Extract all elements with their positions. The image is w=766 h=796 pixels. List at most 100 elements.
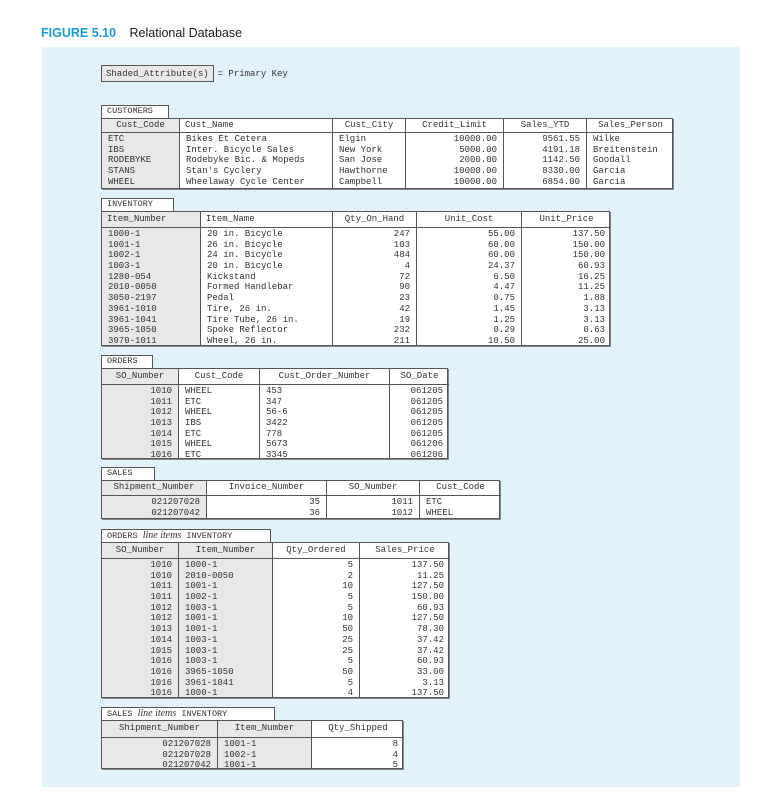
figure-title: FIGURE 5.10 Relational Database bbox=[41, 26, 242, 40]
table-cell: 37.42 bbox=[416, 634, 444, 645]
table-cell: Goodall bbox=[593, 155, 631, 166]
table-cell: 1003-1 bbox=[185, 656, 218, 667]
table-cell: 5673 bbox=[266, 439, 288, 450]
table-cell: 127.50 bbox=[411, 613, 444, 624]
column-header: Cust_Code bbox=[179, 369, 259, 385]
caption-relationship: line items bbox=[137, 708, 177, 719]
column-header: Item_Name bbox=[201, 212, 332, 228]
column-cells: 021207028 021207042 bbox=[102, 497, 206, 518]
table-cell: 1012 bbox=[391, 507, 413, 518]
table-cell: 247 bbox=[393, 229, 410, 239]
column-item-number: Item_Number 1000-1 2010-0050 1001-1 1002-1 10… bbox=[178, 543, 272, 698]
column-cells: 9561.55 4191.18 1142.50 8330.00 6854.00 bbox=[504, 134, 586, 187]
table-cell: 021207042 bbox=[151, 507, 200, 518]
table-cell: 10000.00 bbox=[453, 176, 497, 187]
table-cell: 2010-0050 bbox=[185, 570, 234, 581]
table-cell: 1010 bbox=[150, 560, 172, 570]
column-header: Sales_Person bbox=[587, 119, 674, 133]
table-cell: 5 bbox=[347, 560, 353, 570]
table-cell: 1002-1 bbox=[185, 592, 218, 603]
column-header: Item_Number bbox=[102, 212, 200, 228]
table-cell: 1001-1 bbox=[224, 760, 257, 771]
column-item-name: Item_Name 20 in. Bicycle 26 in. Bicycle 24 … bbox=[200, 212, 332, 346]
table-cell: 021207028 bbox=[151, 497, 200, 507]
table-cell: 137.50 bbox=[411, 688, 444, 699]
column-header: Unit_Price bbox=[522, 212, 611, 228]
column-sales-person: Sales_Person Wilke Breitenstein Goodall Garc… bbox=[586, 119, 674, 188]
table-cell: 061205 bbox=[410, 418, 443, 429]
table-cell: 3965-1050 bbox=[108, 325, 157, 336]
column-sales-price: Sales_Price 137.50 11.25 127.50 150.00 60.93 1… bbox=[359, 543, 450, 699]
table-cell: 1011 bbox=[150, 396, 172, 407]
table-cell: 2 bbox=[347, 570, 353, 581]
table-cell: 061205 bbox=[410, 428, 443, 439]
table-cell: 50 bbox=[342, 624, 353, 635]
table-cell: 1012 bbox=[150, 407, 172, 418]
table-cell: 1011 bbox=[150, 592, 172, 603]
table-cell: 4 bbox=[347, 688, 353, 699]
column-header: Item_Number bbox=[218, 721, 311, 738]
table-cell: ETC bbox=[185, 396, 202, 407]
table-cell: 1001-1 bbox=[224, 739, 257, 749]
column-cells: 1010 1010 1011 1011 1012 1012 1013 1014 1015 1016… bbox=[102, 560, 178, 699]
table-caption-text: INVENTORY bbox=[107, 199, 153, 209]
table-cell: 021207042 bbox=[162, 760, 211, 771]
table-cell: 9561.55 bbox=[542, 134, 580, 144]
table-cell: 1013 bbox=[150, 418, 172, 429]
table-cell: 5 bbox=[347, 677, 353, 688]
table-cell: 4.47 bbox=[493, 282, 515, 293]
table-cell: 1001-1 bbox=[185, 624, 218, 635]
table-cell: IBS bbox=[185, 418, 202, 429]
primary-key-legend: Shaded_Attribute(s) = Primary Key bbox=[101, 65, 288, 82]
column-header: Shipment_Number bbox=[102, 481, 206, 496]
table-cell: 90 bbox=[399, 282, 410, 293]
table-cell: 4191.18 bbox=[542, 144, 580, 155]
table-cell: ETC bbox=[108, 134, 125, 144]
table-grid: Shipment_Number 021207028 021207042 Invoice… bbox=[101, 480, 501, 519]
table-cell: 061205 bbox=[410, 396, 443, 407]
table-cell: 1010 bbox=[150, 570, 172, 581]
table-cell: 1012 bbox=[150, 613, 172, 624]
caption-entity-right: INVENTORY bbox=[186, 531, 233, 541]
table-cell: 42 bbox=[399, 303, 410, 314]
figure-name: Relational Database bbox=[129, 26, 243, 40]
table-cell: Pedal bbox=[207, 293, 235, 304]
table-cell: 150.00 bbox=[411, 592, 444, 603]
table-cell: IBS bbox=[108, 144, 125, 155]
column-header: Item_Number bbox=[179, 543, 272, 559]
table-cell: 5000.00 bbox=[459, 144, 497, 155]
column-cells: 10000.00 5000.00 2000.00 10000.00 10000.00 bbox=[406, 134, 503, 187]
table-cell: 2000.00 bbox=[459, 155, 497, 166]
table-cell: Campbell bbox=[339, 176, 383, 187]
table-cell: 778 bbox=[266, 428, 283, 439]
table-cell: WHEEL bbox=[185, 386, 213, 396]
column-cust-code: Cust_Code ETC WHEEL bbox=[419, 481, 501, 518]
table-cell: 24.37 bbox=[487, 261, 515, 272]
table-cell: 1014 bbox=[150, 634, 172, 645]
column-header: SO_Number bbox=[327, 481, 419, 496]
column-cells: 1000-1 1001-1 1002-1 1003-1 1280-054 2010-005… bbox=[102, 229, 200, 347]
table-cell: 3965-1050 bbox=[185, 666, 234, 677]
table-cell: 1011 bbox=[391, 497, 413, 507]
column-credit-limit: Credit_Limit 10000.00 5000.00 2000.00 10000.… bbox=[405, 119, 503, 188]
table-grid: SO_Number 1010 1011 1012 1013 1014 1015 1016 Cus… bbox=[101, 368, 449, 460]
table-cell: 16.25 bbox=[577, 271, 605, 282]
column-so-number: SO_Number 1010 1011 1012 1013 1014 1015 1016 bbox=[102, 369, 178, 460]
table-cell: 1.25 bbox=[493, 314, 515, 325]
column-header: Cust_City bbox=[333, 119, 405, 133]
table-cell: 1010 bbox=[150, 386, 172, 396]
table-cell: 1003-1 bbox=[185, 634, 218, 645]
column-header: Qty_On_Hand bbox=[333, 212, 416, 228]
table-cell: 211 bbox=[393, 335, 410, 346]
column-so-number: SO_Number 1011 1012 bbox=[326, 481, 419, 518]
table-cell: 0.63 bbox=[583, 325, 605, 336]
table-cell: 5 bbox=[347, 602, 353, 613]
table-cell: Breitenstein bbox=[593, 144, 658, 155]
column-item-number: Item_Number 1001-1 1002-1 1001-1 bbox=[217, 721, 311, 771]
table-cell: 6854.00 bbox=[542, 176, 580, 187]
table-cell: 25 bbox=[342, 645, 353, 656]
column-cells: Wilke Breitenstein Goodall Garcia Garcia bbox=[587, 134, 674, 187]
table-cell: ETC bbox=[185, 428, 202, 439]
table-cell: ETC bbox=[426, 497, 443, 507]
table-cell: 1002-1 bbox=[224, 749, 257, 760]
